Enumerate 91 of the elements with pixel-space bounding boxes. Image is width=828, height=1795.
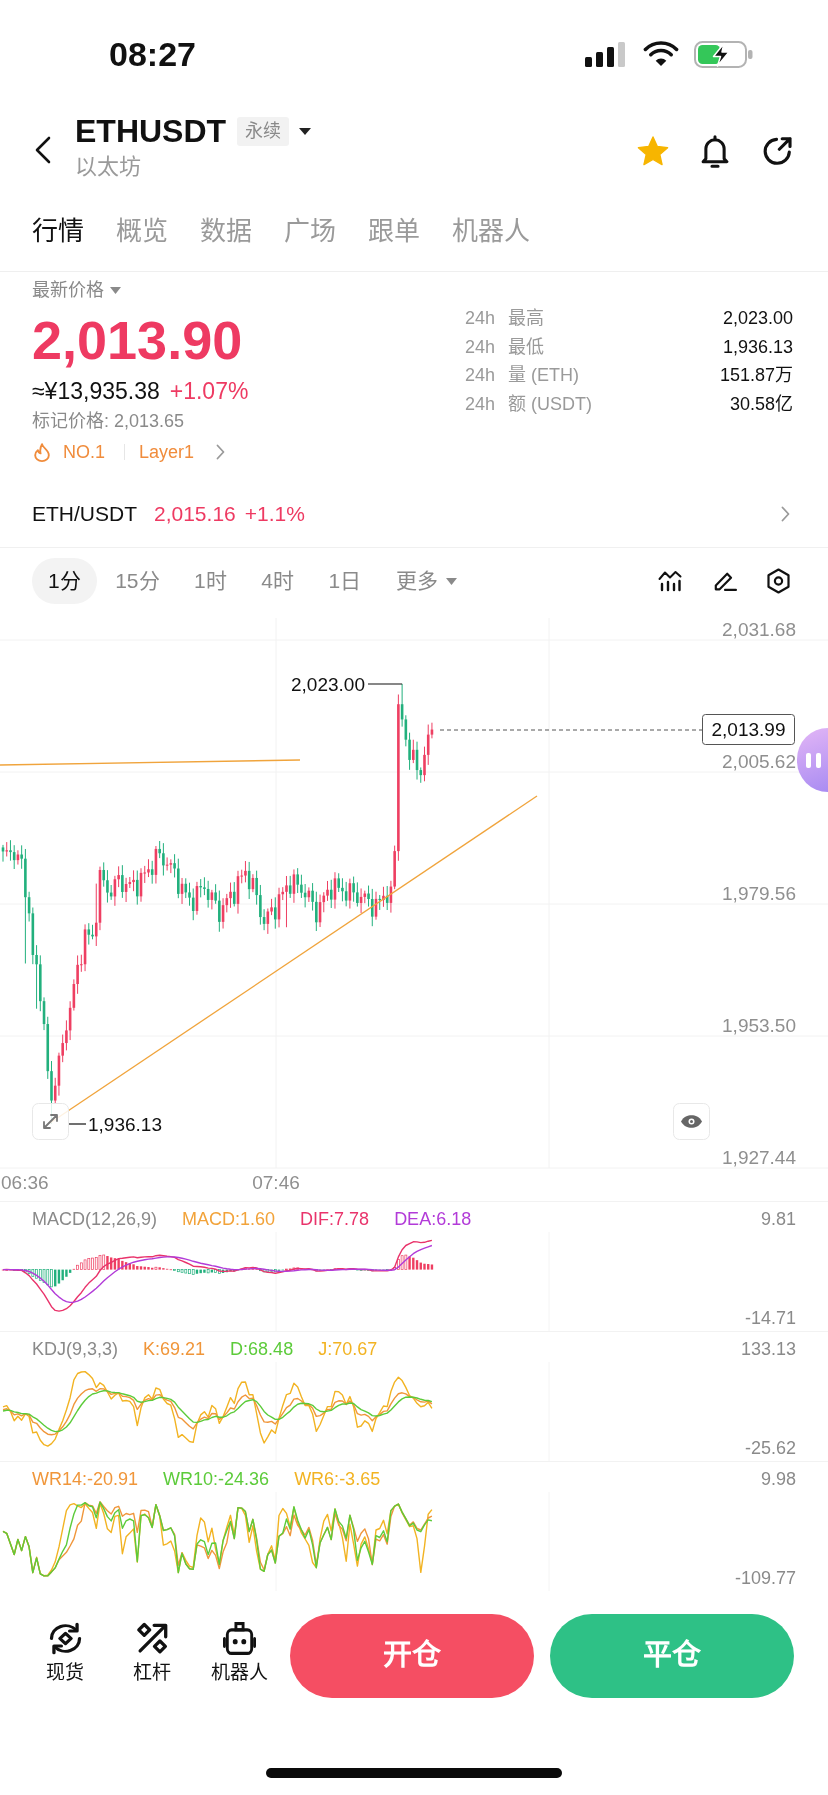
axis-min-label: -14.71 <box>744 1307 796 1330</box>
tab[interactable]: 概览 <box>116 214 168 247</box>
cycle-icon[interactable] <box>48 1622 82 1655</box>
stat-period: 24h <box>465 392 497 416</box>
fiat-price: ≈¥13,935.38 <box>32 377 160 405</box>
tab[interactable]: 行情 <box>32 214 84 247</box>
back-icon[interactable] <box>34 136 51 164</box>
chart-icon[interactable] <box>658 570 682 592</box>
share-icon[interactable] <box>763 136 792 166</box>
price-change: +1.07% <box>169 377 249 405</box>
robot-icon[interactable] <box>222 1622 256 1655</box>
timeframe-tab[interactable]: 4时 <box>245 558 310 604</box>
high-price-label: 2,023.00 <box>291 673 365 695</box>
low-price-label: 1,936.13 <box>88 1113 162 1135</box>
wifi-icon <box>643 41 679 67</box>
tab[interactable]: 数据 <box>200 214 252 247</box>
stat-period: 24h <box>465 306 497 330</box>
expand-icon[interactable] <box>32 1103 69 1140</box>
chevron-icon[interactable] <box>781 505 790 522</box>
last-price: 2,013.90 <box>32 311 243 369</box>
axis-max-label: 133.13 <box>740 1338 796 1361</box>
indicator-value: DIF:7.78 <box>300 1208 370 1231</box>
timeframe-tab[interactable]: 15分 <box>99 558 176 604</box>
price-axis-label: 1,927.44 <box>722 1147 796 1168</box>
stat-label: 最低 <box>508 335 544 359</box>
time-axis-label: 07:46 <box>252 1172 300 1193</box>
percent-arrow-icon[interactable] <box>135 1622 169 1655</box>
battery-icon <box>694 40 753 68</box>
stat-label: 最高 <box>508 306 544 330</box>
settings-icon[interactable] <box>767 568 790 594</box>
price-axis-label: 2,005.62 <box>722 751 796 772</box>
spot-price: 2,015.16 <box>154 500 236 527</box>
axis-min-label: -25.62 <box>744 1437 796 1460</box>
star-icon[interactable] <box>637 136 669 166</box>
indicator-value: WR14:-20.91 <box>32 1468 139 1491</box>
stat-label: 量 (ETH) <box>508 364 579 388</box>
tab[interactable]: 广场 <box>284 214 336 247</box>
coin-name: 以太坊 <box>75 153 142 181</box>
indicator-value: K:69.21 <box>143 1338 206 1361</box>
stat-period: 24h <box>465 335 497 359</box>
mark-price: 标记价格: 2,013.65 <box>32 410 185 433</box>
stat-value: 2,023.00 <box>722 306 793 330</box>
spot-change: +1.1% <box>244 500 305 527</box>
time-axis-label: 06:36 <box>1 1172 49 1193</box>
stat-value: 1,936.13 <box>722 335 793 359</box>
indicator-value: D:68.48 <box>230 1338 294 1361</box>
timeframe-tab[interactable]: 1时 <box>178 558 243 604</box>
stat-value: 151.87万 <box>719 364 793 388</box>
timeframe-tab[interactable]: 1分 <box>32 558 97 604</box>
axis-max-label: 9.98 <box>760 1468 796 1491</box>
stat-label: 额 (USDT) <box>508 392 592 416</box>
axis-max-label: 9.81 <box>760 1208 796 1231</box>
spot-button[interactable]: 现货 <box>25 1622 105 1685</box>
tab[interactable]: 跟单 <box>368 214 420 247</box>
stat-value: 30.58亿 <box>729 392 793 416</box>
indicator-value: WR6:-3.65 <box>294 1468 381 1491</box>
price-axis-label: 1,979.56 <box>722 883 796 904</box>
current-price-tag: 2,013.99 <box>702 714 795 745</box>
price-axis-label: 1,953.50 <box>722 1015 796 1036</box>
indicator-value: MACD:1.60 <box>182 1208 276 1231</box>
stat-period: 24h <box>465 364 497 388</box>
indicator-title: MACD(12,26,9) <box>32 1208 158 1231</box>
contract-type-tag[interactable]: 永续 <box>237 116 290 146</box>
tab[interactable]: 机器人 <box>452 214 530 247</box>
status-time: 08:27 <box>109 34 196 74</box>
indicator-value: J:70.67 <box>318 1338 378 1361</box>
bell-icon[interactable] <box>701 134 729 168</box>
caret-icon[interactable] <box>299 127 312 135</box>
sector-link[interactable]: Layer1 <box>139 439 195 465</box>
leverage-button[interactable]: 杠杆 <box>112 1622 192 1685</box>
price-axis-label: 2,031.68 <box>722 619 796 640</box>
symbol-title: ETHUSDT <box>75 112 227 150</box>
pair-name[interactable]: ETH/USDT <box>32 497 137 530</box>
leader-line <box>68 1123 87 1125</box>
leader-line <box>367 683 403 685</box>
timeframe-tab[interactable]: 更多 <box>379 558 473 604</box>
indicator-value: WR10:-24.36 <box>163 1468 270 1491</box>
pencil-icon[interactable] <box>712 571 737 591</box>
open-position-button[interactable]: 开仓 <box>290 1614 534 1698</box>
signal-icon <box>585 41 625 67</box>
flame-icon <box>34 442 50 462</box>
indicator-title: KDJ(9,3,3) <box>32 1338 119 1361</box>
chevron-icon[interactable] <box>216 444 226 460</box>
axis-min-label: -109.77 <box>734 1567 796 1590</box>
close-position-button[interactable]: 平仓 <box>550 1614 794 1698</box>
indicator-value: DEA:6.18 <box>394 1208 472 1231</box>
timeframe-tab[interactable]: 1日 <box>312 558 378 604</box>
rank-label: NO.1 <box>63 441 105 464</box>
price-type-dropdown[interactable]: 最新价格 <box>32 278 121 302</box>
bot-button[interactable]: 机器人 <box>199 1622 279 1685</box>
eye-icon[interactable] <box>673 1103 710 1140</box>
